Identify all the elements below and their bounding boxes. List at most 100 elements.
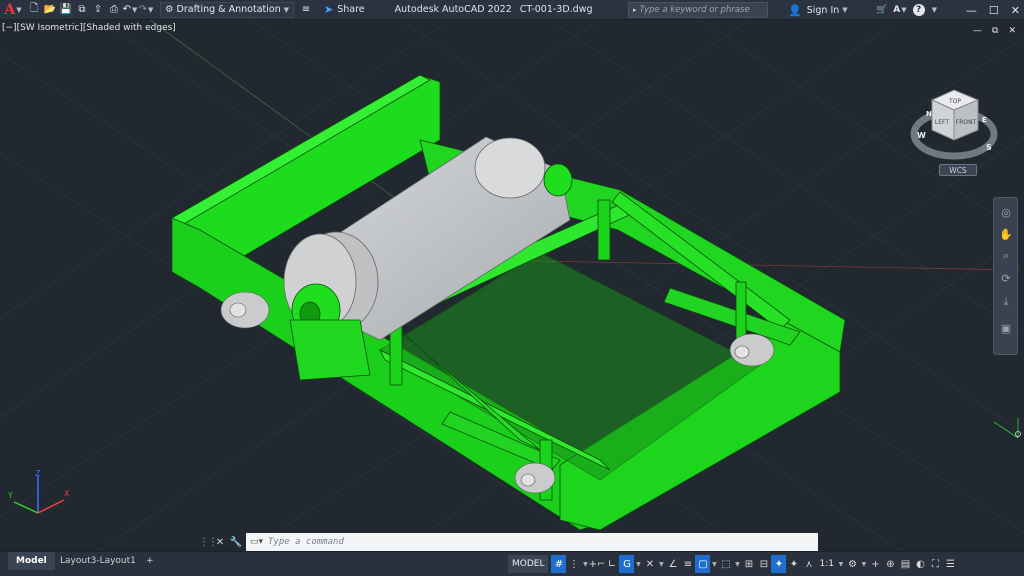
title-bar: A ▼ 🗋 📂 💾 ⧉ ⇪ ⎙ ↶ ▼ ↷ ▼ ⚙ Drafting & Annotat…	[0, 0, 1024, 20]
tab-layout[interactable]: Layout3-Layout1	[52, 552, 144, 570]
fullscreen-icon[interactable]: ⛶	[928, 555, 943, 573]
viewport-label[interactable]: [−][SW Isometric][Shaded with edges]	[2, 23, 176, 33]
workspace-dropdown[interactable]: ⚙ Drafting & Annotation ▼	[160, 1, 294, 18]
help-icon[interactable]: ?	[912, 4, 925, 16]
zoom-icon[interactable]: ⌕	[998, 248, 1014, 264]
right-tools: 🛒 A▼ ? ▼	[876, 0, 937, 20]
chevron-down-icon[interactable]: ▼	[634, 555, 642, 573]
selection-cycling-icon[interactable]: ⊟	[756, 555, 771, 573]
svg-text:X: X	[64, 489, 70, 498]
annotation-monitor-icon[interactable]: +	[868, 555, 883, 573]
orbit-icon[interactable]: ⟳	[998, 270, 1014, 286]
command-prompt-icon[interactable]: ▭▾	[250, 536, 268, 548]
viewcube-front-face[interactable]: FRONT	[956, 119, 977, 126]
cmdline-customize-icon[interactable]: 🔧	[228, 533, 244, 551]
conveyor-model[interactable]	[0, 20, 1024, 550]
compass-w[interactable]: W	[917, 131, 926, 140]
save-icon[interactable]: 💾	[58, 0, 74, 20]
lineweight-icon[interactable]: ≡	[680, 555, 695, 573]
3d-osnap-icon[interactable]: ⬚	[718, 555, 733, 573]
isodraft-icon[interactable]: ✕	[642, 555, 657, 573]
command-line: ⋮⋮ ✕ 🔧 ▭▾	[199, 533, 818, 551]
application-menu-button[interactable]: A ▼	[0, 0, 26, 20]
window-controls: — ☐ ✕	[966, 0, 1020, 20]
autoscale-icon[interactable]: ⋏	[801, 555, 816, 573]
vp-restore-icon[interactable]: ⧉	[992, 26, 998, 36]
help-caret-icon[interactable]: ▼	[932, 6, 937, 14]
units-icon[interactable]: ⊕	[883, 555, 898, 573]
maximize-icon[interactable]: ☐	[989, 4, 999, 17]
steering-wheel-icon[interactable]: ◎	[998, 204, 1014, 220]
window-title: Autodesk AutoCAD 2022 CT-001-3D.dwg	[394, 4, 593, 15]
drawing-viewport[interactable]: [−][SW Isometric][Shaded with edges] — ⧉…	[0, 20, 1024, 550]
ucs-icon: Z X Y	[7, 469, 70, 514]
transparency-icon[interactable]: ⊞	[741, 555, 756, 573]
vp-minimize-icon[interactable]: —	[973, 26, 982, 36]
gear-icon: ⚙	[165, 4, 174, 15]
chevron-down-icon[interactable]: ▼	[860, 555, 868, 573]
chevron-down-icon: ▼	[283, 5, 289, 14]
chevron-down-icon[interactable]: ▼	[710, 555, 718, 573]
customization-icon[interactable]: ☰	[943, 555, 958, 573]
add-layout-button[interactable]: +	[138, 552, 162, 570]
command-input-box: ▭▾	[246, 533, 818, 551]
compass-s[interactable]: S	[986, 143, 992, 152]
compass-n[interactable]: N	[926, 110, 932, 118]
new-icon[interactable]: 🗋	[26, 0, 42, 20]
model-space-toggle[interactable]: MODEL	[508, 555, 549, 573]
vp-close-icon[interactable]: ✕	[1008, 26, 1016, 36]
search-caret-icon[interactable]: ▸	[633, 6, 637, 14]
status-tools: MODEL # ⋮ ▼ +⌐ ∟ G ▼ ✕ ▼ ∠ ≡ ▢ ▼ ⬚ ▼ ⊞ ⊟…	[508, 554, 958, 574]
print-icon[interactable]: ⎙	[106, 0, 122, 20]
share-icon: ➤	[324, 3, 334, 16]
chevron-down-icon[interactable]: ▼	[837, 555, 845, 573]
annotation-visibility-icon[interactable]: ✦	[771, 555, 787, 573]
cart-icon[interactable]: 🛒	[876, 5, 887, 15]
autocad-window: A ▼ 🗋 📂 💾 ⧉ ⇪ ⎙ ↶ ▼ ↷ ▼ ⚙ Drafting & Annotat…	[0, 0, 1024, 576]
undo-icon[interactable]: ↶ ▼	[122, 0, 138, 20]
isolate-objects-icon[interactable]: ◐	[913, 555, 928, 573]
object-snap-tracking-icon[interactable]: ∠	[665, 555, 680, 573]
close-icon[interactable]: ✕	[1011, 4, 1020, 17]
pan-icon[interactable]: ✋	[998, 226, 1014, 242]
open-icon[interactable]: 📂	[42, 0, 58, 20]
search-input[interactable]	[639, 5, 765, 15]
svg-text:Z: Z	[35, 469, 41, 478]
quick-properties-icon[interactable]: ▤	[898, 555, 913, 573]
polar-icon[interactable]: G	[619, 555, 635, 573]
viewcube-top-face[interactable]: TOP	[948, 98, 961, 105]
wcs-menu[interactable]: WCS	[939, 164, 977, 176]
cmdline-grip-icon[interactable]: ⋮⋮	[199, 533, 218, 551]
navigation-bar: ◎ ✋ ⌕ ⟳ ⤓ ▣	[993, 197, 1018, 355]
customize-qat-icon[interactable]: ≡	[298, 0, 314, 20]
viewcube-left-face[interactable]: LEFT	[935, 119, 949, 126]
viewcube[interactable]: TOP LEFT FRONT W S E N	[906, 72, 1002, 176]
tab-model[interactable]: Model	[8, 552, 55, 570]
ortho-icon[interactable]: ∟	[604, 555, 619, 573]
chevron-down-icon[interactable]: ▼	[733, 555, 741, 573]
snap-icon[interactable]: ⋮	[566, 555, 581, 573]
saveas-icon[interactable]: ⧉	[74, 0, 90, 20]
showmotion-icon[interactable]: ▣	[998, 320, 1014, 336]
dynamic-input-icon[interactable]: +⌐	[589, 555, 606, 573]
command-input[interactable]	[268, 537, 788, 547]
crosshair-cursor	[994, 418, 1021, 439]
export-icon[interactable]: ⇪	[90, 0, 106, 20]
workspace-switch-icon[interactable]: ⚙	[845, 555, 860, 573]
walk-icon[interactable]: ⤓	[998, 294, 1014, 310]
cmdline-close-icon[interactable]: ✕	[212, 533, 228, 551]
redo-icon[interactable]: ↷ ▼	[138, 0, 154, 20]
viewport-controls: — ⧉ ✕	[973, 26, 1016, 36]
search-box: ▸	[628, 2, 768, 18]
grid-icon[interactable]: #	[551, 555, 567, 573]
minimize-icon[interactable]: —	[966, 4, 977, 17]
user-icon: 👤	[788, 3, 802, 17]
compass-e[interactable]: E	[982, 116, 987, 124]
annotation-scale-icon[interactable]: ✦	[786, 555, 801, 573]
share-button[interactable]: ➤ Share	[324, 3, 365, 16]
sign-in-button[interactable]: 👤 Sign In ▼	[788, 0, 848, 20]
chevron-down-icon[interactable]: ▼	[657, 555, 665, 573]
annotation-scale[interactable]: 1:1	[816, 559, 836, 569]
a360-icon[interactable]: A▼	[893, 5, 906, 15]
object-snap-icon[interactable]: ▢	[695, 555, 711, 573]
